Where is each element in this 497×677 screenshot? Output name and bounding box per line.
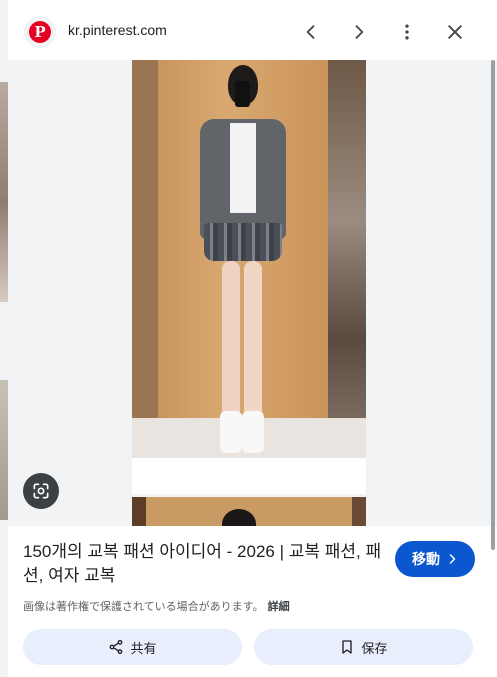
image-subject — [192, 65, 292, 455]
preview-header: P kr.pinterest.com — [8, 0, 497, 60]
more-options-button[interactable] — [391, 16, 423, 48]
chevron-left-icon — [306, 25, 315, 39]
site-favicon: P — [24, 16, 56, 48]
image-detail — [328, 60, 366, 458]
result-thumbnail[interactable] — [0, 380, 8, 520]
next-button[interactable] — [343, 16, 375, 48]
google-lens-icon — [33, 483, 49, 499]
previous-button[interactable] — [295, 16, 327, 48]
save-button[interactable]: 保存 — [254, 629, 473, 665]
visit-label: 移動 — [412, 551, 440, 567]
image-bottom-margin — [132, 458, 366, 494]
google-lens-button[interactable] — [23, 473, 59, 509]
visit-button[interactable]: 移動 — [395, 541, 475, 577]
share-button[interactable]: 共有 — [23, 629, 242, 665]
left-results-strip — [0, 0, 8, 677]
share-label: 共有 — [130, 640, 157, 656]
preview-image-area — [8, 60, 497, 526]
site-url[interactable]: kr.pinterest.com — [68, 22, 167, 38]
close-icon — [448, 25, 462, 39]
more-info-link[interactable]: 詳細 — [268, 601, 290, 613]
result-thumbnail[interactable] — [0, 82, 8, 302]
image-detail — [132, 60, 158, 458]
pinterest-logo-icon: P — [29, 21, 51, 43]
scrollbar[interactable] — [491, 60, 495, 550]
next-image-preview[interactable] — [132, 497, 366, 526]
chevron-right-icon — [355, 25, 364, 39]
preview-info: 150개의 교복 패션 아이디어 - 2026 | 교복 패션, 패션, 여자 … — [8, 526, 497, 677]
close-button[interactable] — [439, 16, 471, 48]
image-title[interactable]: 150개의 교복 패션 아이디어 - 2026 | 교복 패션, 패션, 여자 … — [23, 540, 383, 588]
image-preview-panel: P kr.pinterest.com 150개의 교복 패션 아이디어 - 20… — [8, 0, 497, 677]
chevron-right-icon — [449, 554, 456, 564]
copyright-notice: 画像は著作権で保護されている場合があります。 詳細 — [23, 598, 290, 614]
copyright-text: 画像は著作権で保護されている場合があります。 — [23, 601, 264, 613]
preview-image[interactable] — [132, 60, 366, 458]
share-icon — [110, 639, 123, 655]
save-label: 保存 — [361, 640, 388, 656]
more-vert-icon — [405, 24, 409, 40]
bookmark-icon — [342, 640, 353, 654]
